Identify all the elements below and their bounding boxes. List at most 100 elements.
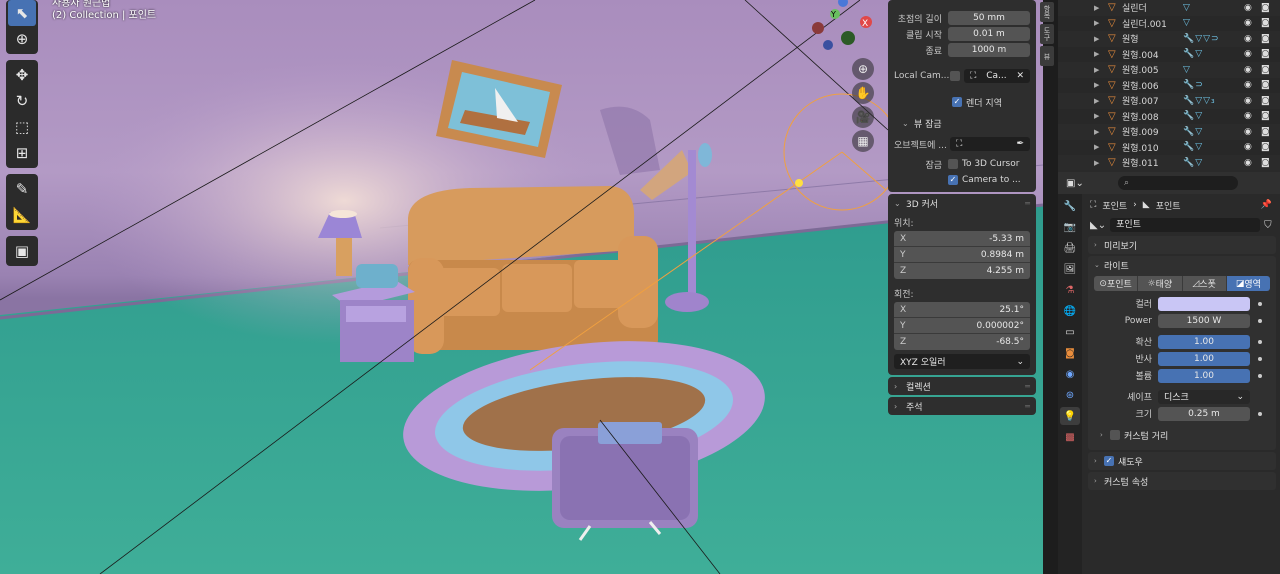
move-tool-icon[interactable]: ✥ [8,62,36,88]
render-tab-icon[interactable]: 📷 [1060,218,1080,236]
outliner-row[interactable]: ▶ ▽ 원형.007 🔧▽▽₃ ◉ ◙ [1058,93,1280,109]
outliner[interactable]: ▶ ▽ 실린더 ▽ ◉ ◙ ▶ ▽ 실린더.001 ▽ ◉ ◙ ▶ ▽ 원형 🔧▽▽⊃ ◉ ◙ ▶ ▽ 원형.004 🔧▽… [1058,0,1280,170]
clear-icon[interactable]: ✕ [1016,71,1024,81]
tab-view[interactable]: 뷰 [1040,46,1054,66]
expand-arrow-icon[interactable]: ▶ [1094,66,1099,74]
expand-arrow-icon[interactable]: ▶ [1094,81,1099,89]
grid-view-icon[interactable]: ▦ [852,130,874,152]
scene-tab-icon[interactable]: ⚗ [1060,281,1080,299]
keyframe-dot-icon[interactable] [1258,356,1262,361]
to-3d-cursor-checkbox[interactable] [948,159,958,169]
location-y-field[interactable]: Y 0.8984 m [894,247,1030,263]
camera-view-icon[interactable]: 🎥 [852,106,874,128]
pin-icon[interactable]: 📌 [1261,200,1272,210]
light-data-tab-icon[interactable]: 💡 [1060,407,1080,425]
outliner-row[interactable]: ▶ ▽ 원형.010 🔧▽ ◉ ◙ [1058,140,1280,156]
expand-arrow-icon[interactable]: ▶ [1094,159,1099,167]
light-type-area[interactable]: ◪ 영역 [1226,276,1270,291]
add-cube-tool-icon[interactable]: ▣ [8,238,36,264]
object-tab-icon[interactable]: ◙ [1060,344,1080,362]
outliner-row[interactable]: ▶ ▽ 원형.005 ▽ ◉ ◙ [1058,62,1280,78]
cursor-tool-icon[interactable]: ⊕ [8,26,36,52]
visibility-eye-icon[interactable]: ◉ [1244,34,1252,44]
zoom-icon[interactable]: ⊕ [852,58,874,80]
light-data-icon[interactable]: ◣⌄ [1090,220,1106,231]
local-camera-checkbox[interactable] [950,71,960,81]
render-camera-icon[interactable]: ◙ [1261,34,1270,44]
visibility-eye-icon[interactable]: ◉ [1244,18,1252,28]
visibility-eye-icon[interactable]: ◉ [1244,80,1252,90]
visibility-eye-icon[interactable]: ◉ [1244,127,1252,137]
output-tab-icon[interactable]: 🖨 [1060,239,1080,257]
custom-properties-header[interactable]: › 커스텀 속성 [1088,472,1276,490]
location-z-field[interactable]: Z 4.255 m [894,263,1030,279]
specular-field[interactable]: 1.00 [1158,351,1250,366]
outliner-row[interactable]: ▶ ▽ 원형.008 🔧▽ ◉ ◙ [1058,109,1280,125]
render-region-checkbox[interactable]: ✓ [952,97,962,107]
annotations-header[interactable]: › 주석 ═ [888,397,1036,415]
transform-tool-icon[interactable]: ⊞ [8,140,36,166]
visibility-eye-icon[interactable]: ◉ [1244,158,1252,168]
outliner-row[interactable]: ▶ ▽ 실린더 ▽ ◉ ◙ [1058,0,1280,16]
eyedropper-icon[interactable]: ✒ [1016,139,1024,149]
expand-arrow-icon[interactable]: ▶ [1094,143,1099,151]
pan-hand-icon[interactable]: ✋ [852,82,874,104]
annotate-tool-icon[interactable]: ✎ [8,176,36,202]
visibility-eye-icon[interactable]: ◉ [1244,49,1252,59]
3d-cursor-header[interactable]: ⌄ 3D 커서 ═ [888,194,1036,212]
render-camera-icon[interactable]: ◙ [1261,49,1270,59]
select-tool-icon[interactable]: ⬉ [8,0,36,26]
drag-grip-icon[interactable]: ═ [1025,402,1030,411]
outliner-row[interactable]: ▶ ▽ 원형.009 🔧▽ ◉ ◙ [1058,124,1280,140]
clip-start-field[interactable]: 0.01 m [948,27,1030,41]
light-type-sun[interactable]: ☼ 태양 [1138,276,1183,291]
view-lock-header[interactable]: ⌄ 뷰 잠금 [888,114,1036,132]
visibility-eye-icon[interactable]: ◉ [1244,65,1252,75]
light-type-spot[interactable]: ◿ 스폿 [1182,276,1227,291]
render-camera-icon[interactable]: ◙ [1261,18,1270,28]
expand-arrow-icon[interactable]: ▶ [1094,97,1099,105]
shape-dropdown[interactable]: 디스크 ⌄ [1158,389,1250,404]
light-type-point[interactable]: ⊙ 포인트 [1094,276,1139,291]
tab-item[interactable]: 항목 [1040,2,1054,22]
expand-arrow-icon[interactable]: ▶ [1094,4,1099,12]
render-camera-icon[interactable]: ◙ [1261,158,1270,168]
visibility-eye-icon[interactable]: ◉ [1244,96,1252,106]
collections-header[interactable]: › 컬렉션 ═ [888,377,1036,395]
keyframe-dot-icon[interactable] [1258,339,1262,344]
view-layer-tab-icon[interactable]: 🖼 [1060,260,1080,278]
location-x-field[interactable]: X -5.33 m [894,231,1030,247]
rotation-x-field[interactable]: X 25.1° [894,302,1030,318]
expand-arrow-icon[interactable]: ▶ [1094,50,1099,58]
visibility-eye-icon[interactable]: ◉ [1244,111,1252,121]
expand-arrow-icon[interactable]: ▶ [1094,128,1099,136]
light-header[interactable]: ⌄ 라이트 [1088,256,1276,274]
physics-tab-icon[interactable]: ◉ [1060,365,1080,383]
custom-distance-checkbox[interactable] [1110,430,1120,440]
shadow-checkbox[interactable]: ✓ [1104,456,1114,466]
world-tab-icon[interactable]: 🌐 [1060,302,1080,320]
lock-object-field[interactable]: ⛶ ✒ [950,137,1030,151]
shadow-header[interactable]: › ✓ 섀도우 [1088,452,1276,470]
tab-tool[interactable]: 도구 [1040,24,1054,44]
expand-arrow-icon[interactable]: ▶ [1094,35,1099,43]
3d-viewport[interactable]: X Y 사용자 원근법 (2) Collection | 포인트 ⬉ ⊕ ✥ ↻… [0,0,1043,574]
measure-tool-icon[interactable]: 📐 [8,202,36,228]
rotation-z-field[interactable]: Z -68.5° [894,334,1030,350]
texture-tab-icon[interactable]: ▩ [1060,428,1080,446]
properties-search-input[interactable]: ⌕ [1118,176,1238,190]
size-field[interactable]: 0.25 m [1158,406,1250,421]
expand-arrow-icon[interactable]: ▶ [1094,19,1099,27]
render-camera-icon[interactable]: ◙ [1261,142,1270,152]
visibility-eye-icon[interactable]: ◉ [1244,142,1252,152]
outliner-row[interactable]: ▶ ▽ 실린더.001 ▽ ◉ ◙ [1058,16,1280,32]
outliner-row[interactable]: ▶ ▽ 원형.004 🔧▽ ◉ ◙ [1058,47,1280,63]
outliner-row[interactable]: ▶ ▽ 원형 🔧▽▽⊃ ◉ ◙ [1058,31,1280,47]
drag-grip-icon[interactable]: ═ [1025,382,1030,391]
drag-grip-icon[interactable]: ═ [1025,199,1030,208]
diffuse-field[interactable]: 1.00 [1158,334,1250,349]
keyframe-dot-icon[interactable] [1258,301,1262,306]
fake-user-shield-icon[interactable]: ⛉ [1264,220,1272,231]
collection-tab-icon[interactable]: ▭ [1060,323,1080,341]
preview-header[interactable]: › 미리보기 [1088,236,1276,254]
